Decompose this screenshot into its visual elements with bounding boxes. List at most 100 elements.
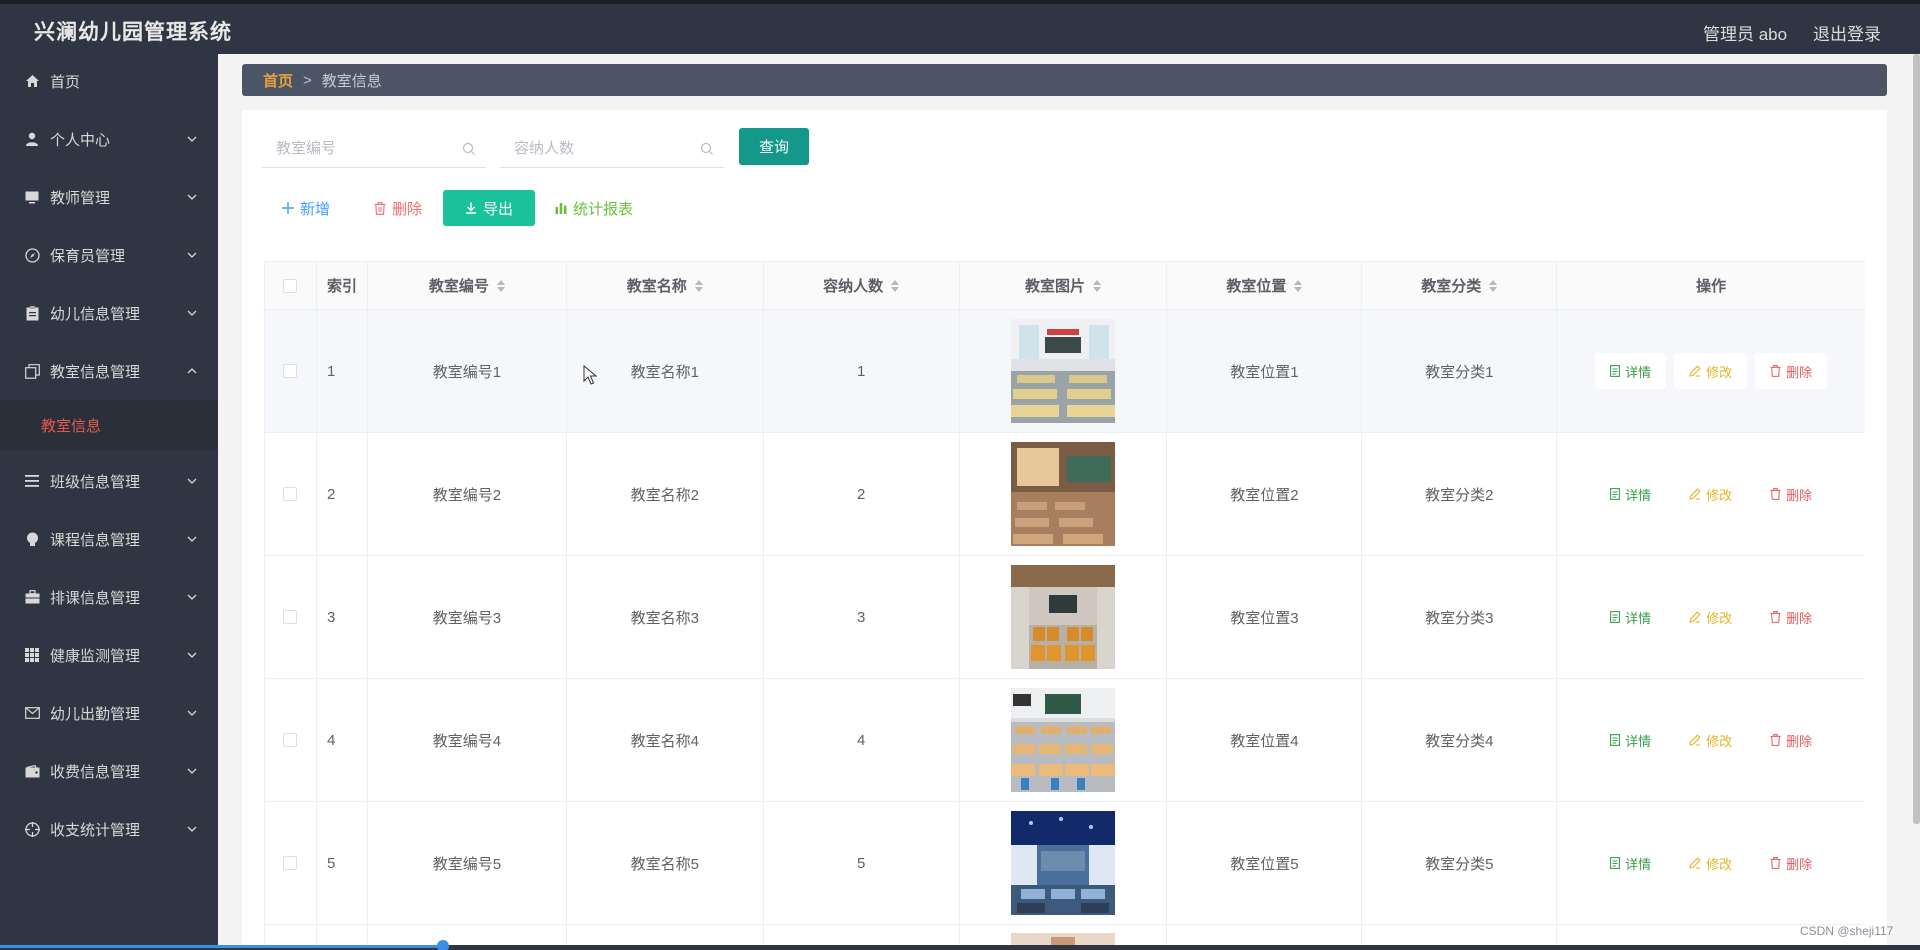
export-button[interactable]: 导出 xyxy=(443,190,535,226)
cell-code: 教室编号3 xyxy=(368,556,567,678)
sort-icon[interactable] xyxy=(694,279,703,292)
progress-knob[interactable] xyxy=(437,940,449,950)
sort-icon[interactable] xyxy=(891,279,900,292)
download-icon xyxy=(465,202,476,214)
header-category[interactable]: 教室分类 xyxy=(1362,262,1558,309)
sidebar-item-label: 收支统计管理 xyxy=(50,821,141,839)
mail-icon xyxy=(24,705,40,721)
sidebar-item-fees[interactable]: 收费信息管理 xyxy=(0,744,218,798)
sidebar-item-attendance[interactable]: 幼儿出勤管理 xyxy=(0,686,218,740)
delete-button[interactable]: 删除 xyxy=(1755,845,1827,881)
header-name-label: 教室名称 xyxy=(626,278,687,295)
plus-icon xyxy=(282,202,294,214)
row-checkbox[interactable] xyxy=(283,733,298,747)
edit-button[interactable]: 修改 xyxy=(1674,353,1748,389)
detail-label: 详情 xyxy=(1625,364,1652,380)
trash-icon xyxy=(1770,857,1781,869)
delete-button[interactable]: 删除 xyxy=(1755,476,1827,512)
bar-chart-icon xyxy=(555,203,567,214)
cell-location: 教室位置1 xyxy=(1167,310,1363,432)
detail-label: 详情 xyxy=(1625,733,1652,749)
delete-button[interactable]: 删除 xyxy=(1755,353,1828,389)
detail-button[interactable]: 详情 xyxy=(1595,722,1666,758)
trash-icon xyxy=(1770,734,1781,746)
cell-code: 教室编号1 xyxy=(368,310,567,432)
chevron-down-icon xyxy=(187,536,197,542)
cell-index: 1 xyxy=(317,310,368,432)
capacity-input[interactable] xyxy=(500,130,724,167)
sidebar-item-caregiver[interactable]: 保育员管理 xyxy=(0,228,218,282)
header-checkbox-cell xyxy=(265,262,317,309)
delete-label: 删除 xyxy=(1786,610,1813,626)
detail-label: 详情 xyxy=(1625,610,1652,626)
sidebar-item-finance-stats[interactable]: 收支统计管理 xyxy=(0,802,218,856)
table-header: 索引 教室编号 教室名称 容纳人数 教室图片 教室位置 教室分类 操作 xyxy=(265,262,1865,310)
header-ops: 操作 xyxy=(1696,278,1727,295)
add-button[interactable]: 新增 xyxy=(282,190,330,226)
delete-label: 删除 xyxy=(1786,856,1813,872)
admin-label: 管理员 abo xyxy=(1703,25,1788,44)
delete-button[interactable]: 删除 xyxy=(1755,722,1827,758)
classroom-photo[interactable] xyxy=(1011,811,1115,915)
select-all-checkbox[interactable] xyxy=(283,278,298,293)
sort-icon[interactable] xyxy=(1489,279,1498,292)
trash-icon xyxy=(374,201,386,215)
header-code[interactable]: 教室编号 xyxy=(368,262,567,309)
sidebar-item-child-info[interactable]: 幼儿信息管理 xyxy=(0,286,218,340)
sidebar-item-teacher[interactable]: 教师管理 xyxy=(0,170,218,224)
delete-button[interactable]: 删除 xyxy=(1755,599,1827,635)
header-location[interactable]: 教室位置 xyxy=(1167,262,1363,309)
header-location-label: 教室位置 xyxy=(1226,278,1287,295)
sidebar-item-classroom-info[interactable]: 教室信息管理 xyxy=(0,344,218,398)
sort-icon[interactable] xyxy=(496,279,505,292)
classroom-code-input[interactable] xyxy=(262,130,486,167)
vertical-scrollbar[interactable] xyxy=(1913,54,1920,824)
classroom-photo[interactable] xyxy=(1011,565,1115,669)
document-icon xyxy=(1610,734,1621,746)
chevron-down-icon xyxy=(187,826,197,832)
logout-link[interactable]: 退出登录 xyxy=(1813,20,1881,45)
edit-button[interactable]: 修改 xyxy=(1674,476,1747,512)
sort-icon[interactable] xyxy=(1093,279,1101,292)
header-capacity-label: 容纳人数 xyxy=(823,278,884,295)
header-image[interactable]: 教室图片 xyxy=(960,262,1168,309)
sidebar-item-class-info[interactable]: 班级信息管理 xyxy=(0,454,218,508)
document-icon xyxy=(1610,611,1621,623)
edit-button[interactable]: 修改 xyxy=(1674,722,1747,758)
chevron-down-icon xyxy=(187,310,197,316)
sidebar-item-health[interactable]: 健康监测管理 xyxy=(0,628,218,682)
row-checkbox[interactable] xyxy=(283,487,298,501)
row-checkbox[interactable] xyxy=(283,364,298,378)
user-icon xyxy=(24,131,40,147)
trash-icon xyxy=(1770,611,1781,623)
row-checkbox[interactable] xyxy=(283,610,298,624)
search-icon xyxy=(700,142,713,155)
classroom-photo[interactable] xyxy=(1011,319,1115,423)
detail-button[interactable]: 详情 xyxy=(1595,353,1667,389)
sidebar-item-schedule-info[interactable]: 排课信息管理 xyxy=(0,570,218,624)
row-checkbox[interactable] xyxy=(283,856,298,870)
sidebar-item-personal-center[interactable]: 个人中心 xyxy=(0,112,218,166)
cell-code: 教室编号4 xyxy=(368,679,567,801)
detail-button[interactable]: 详情 xyxy=(1595,476,1666,512)
header-capacity[interactable]: 容纳人数 xyxy=(764,262,960,309)
batch-delete-button[interactable]: 删除 xyxy=(374,190,422,226)
edit-label: 修改 xyxy=(1706,487,1733,503)
detail-button[interactable]: 详情 xyxy=(1595,599,1666,635)
classroom-photo[interactable] xyxy=(1011,442,1115,546)
sort-icon[interactable] xyxy=(1294,279,1303,292)
breadcrumb-home[interactable]: 首页 xyxy=(263,70,293,91)
edit-button[interactable]: 修改 xyxy=(1674,845,1747,881)
submenu-item-classroom[interactable]: 教室信息 xyxy=(0,400,218,450)
stats-report-button[interactable]: 统计报表 xyxy=(555,190,633,226)
sidebar-item-label: 保育员管理 xyxy=(50,247,126,265)
table-row: 1 教室编号1 教室名称1 1 教室位置1 教室分类1 详情 修改 删除 xyxy=(265,310,1865,433)
query-button[interactable]: 查询 xyxy=(739,128,809,165)
sidebar-item-home[interactable]: 首页 xyxy=(0,54,218,108)
header-name[interactable]: 教室名称 xyxy=(567,262,764,309)
edit-button[interactable]: 修改 xyxy=(1674,599,1747,635)
sidebar-item-course-info[interactable]: 课程信息管理 xyxy=(0,512,218,566)
detail-button[interactable]: 详情 xyxy=(1595,845,1666,881)
classroom-photo[interactable] xyxy=(1011,688,1115,792)
cell-code: 教室编号5 xyxy=(368,802,567,924)
